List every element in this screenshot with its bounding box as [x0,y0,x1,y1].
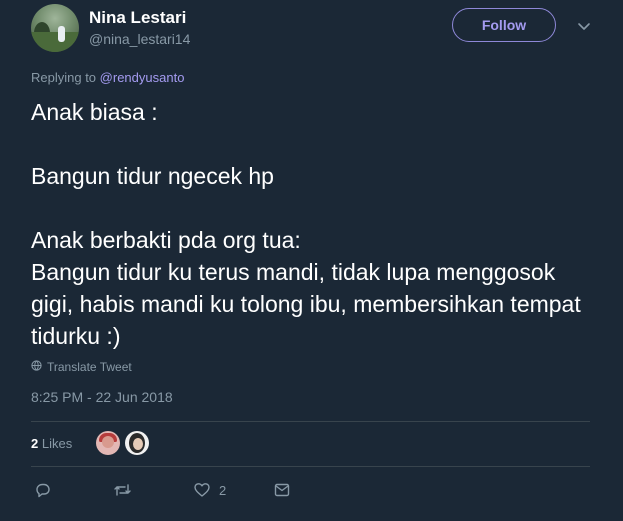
liker-avatar[interactable] [96,431,120,455]
liker-avatar[interactable] [125,431,149,455]
retweet-icon [113,481,132,499]
reply-prefix: Replying to [31,70,97,85]
author-display-name[interactable]: Nina Lestari [89,8,186,28]
reply-button[interactable] [34,481,52,499]
like-count: 2 [219,482,227,498]
tweet-timestamp[interactable]: 8:25 PM - 22 Jun 2018 [31,389,173,405]
reply-context: Replying to @rendyusanto [31,70,184,85]
globe-icon [31,360,42,374]
chevron-down-icon[interactable] [576,18,592,34]
reply-mention-link[interactable]: @rendyusanto [100,70,185,85]
translate-tweet-link[interactable]: Translate Tweet [31,360,132,374]
likes-stat[interactable]: 2 Likes [31,436,72,451]
avatar-face [102,436,114,448]
envelope-icon [273,481,291,499]
like-button[interactable]: 2 [193,481,226,499]
reply-icon [34,481,52,499]
avatar-person [58,26,65,42]
likes-label: Likes [41,436,73,451]
author-avatar[interactable] [31,4,79,52]
tweet-text: Anak biasa : Bangun tidur ngecek hp Anak… [31,99,581,349]
retweet-button[interactable] [113,481,132,499]
divider-top [31,421,590,422]
divider-bottom [31,466,590,467]
avatar-ground [31,32,79,52]
follow-button[interactable]: Follow [452,8,556,42]
heart-icon [193,481,211,499]
direct-message-button[interactable] [273,481,291,499]
likes-count: 2 [31,436,39,451]
avatar-face [133,438,143,450]
translate-label: Translate Tweet [47,360,132,374]
author-handle[interactable]: @nina_lestari14 [89,31,190,47]
